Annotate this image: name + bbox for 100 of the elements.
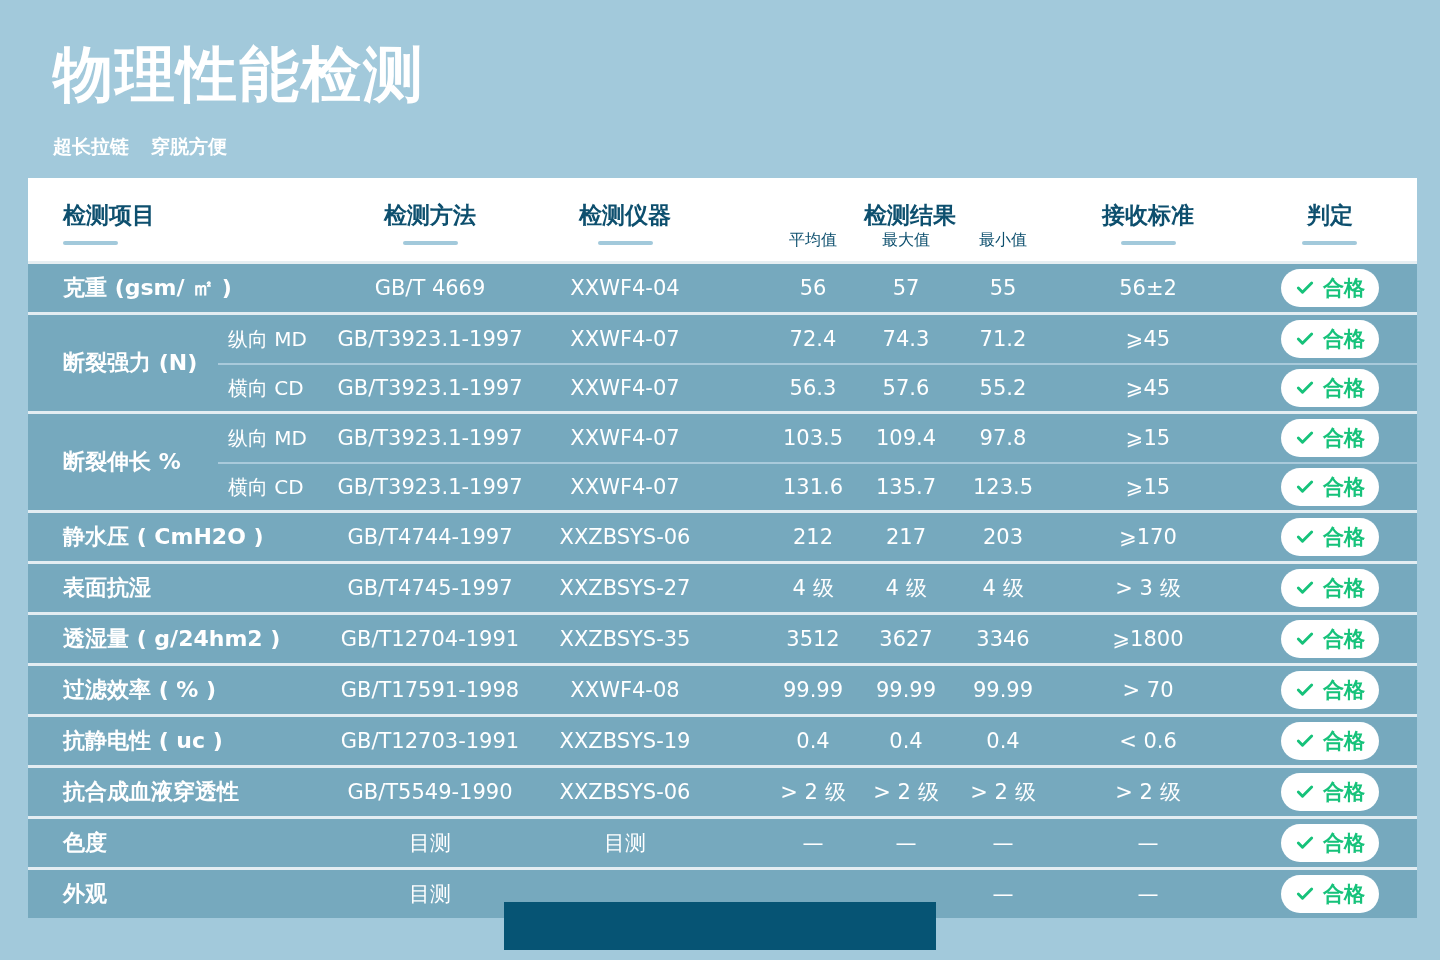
pass-badge: 合格 [1280,419,1379,457]
pass-badge: 合格 [1280,773,1379,811]
pass-badge: 合格 [1280,320,1379,358]
max-cell-text: 57 [891,275,921,302]
item-name: 抗静电性 ( uc ) [61,727,224,755]
min-cell-text: 0.4 [985,728,1021,755]
direction-label: 横向 CD [218,462,318,510]
max-cell-text: 3627 [878,626,934,653]
average-cell-text: 212 [791,524,835,551]
column-heading: 接收标准 [1102,201,1194,230]
standard-cell: ⩾15 [1054,462,1242,510]
standard-cell-text: > 3 级 [1114,575,1182,602]
method-cell-text: GB/T17591-1998 [339,677,521,704]
item-name: 抗合成血液穿透性 [61,778,240,806]
item-name: 克重 (gsm/ ㎡ ) [62,274,233,302]
max-cell: 57.6 [860,363,952,411]
pass-badge: 合格 [1280,468,1379,506]
average-cell-text: 103.5 [781,425,845,452]
max-cell: 135.7 [860,462,952,510]
sub-heading: 平均值 [788,230,838,251]
min-cell-text: 71.2 [978,326,1028,353]
min-cell-text: 55 [988,275,1018,302]
average-cell-text: 99.99 [781,677,845,704]
pass-badge: 合格 [1280,569,1379,607]
average-cell-text: 0.4 [795,728,831,755]
min-cell-text: 3346 [975,626,1031,653]
method-cell-text: GB/T3923.1-1997 [336,425,524,452]
max-cell-text: — [894,830,918,857]
subtitle: 穿脱方便 [151,134,227,159]
standard-cell-text: — [1136,830,1160,857]
method-cell: GB/T3923.1-1997 [318,363,542,411]
column-heading: 检测方法 [384,201,476,230]
min-cell: 123.5 [952,462,1054,510]
max-cell-text: 109.4 [874,425,938,452]
item-name: 断裂强力 (N) [62,349,199,377]
method-cell: GB/T3923.1-1997 [318,462,542,510]
min-cell: 55.2 [952,363,1054,411]
instrument-cell-text: XXWF4-08 [569,677,681,704]
instrument-cell-text: XXWF4-04 [569,275,681,302]
instrument-cell-text: XXZBSYS-19 [558,728,692,755]
min-cell-text: 4 级 [981,575,1025,602]
item-name: 色度 [62,829,108,857]
max-cell-text: > 2 级 [872,779,940,806]
min-cell-text: > 2 级 [969,779,1037,806]
pass-badge: 合格 [1280,824,1379,862]
min-cell-text: — [991,830,1015,857]
pass-badge: 合格 [1280,369,1379,407]
method-cell-text: GB/T12703-1991 [339,728,521,755]
pass-badge: 合格 [1280,671,1379,709]
instrument-cell-text: 目测 [603,830,647,857]
item-name: 表面抗湿 [62,574,152,602]
standard-cell-text: < 0.6 [1118,728,1178,755]
pass-badge: 合格 [1280,875,1379,913]
method-cell-text: GB/T 4669 [373,275,487,302]
page-title: 物理性能检测 [53,38,426,111]
method-cell-text: 目测 [408,881,452,908]
method-cell-text: GB/T4744-1997 [346,524,514,551]
subtitle: 超长拉链 [53,134,129,159]
standard-cell-text: > 70 [1121,677,1175,704]
item-name: 断裂伸长 % [62,448,182,476]
min-cell-text: 97.8 [978,425,1028,452]
instrument-cell: XXWF4-07 [542,363,708,411]
max-cell-text: 99.99 [874,677,938,704]
max-cell-text: 217 [884,524,928,551]
method-cell-text: 目测 [408,830,452,857]
instrument-cell-text: XXZBSYS-35 [558,626,692,653]
instrument-cell-text: XXWF4-07 [569,326,681,353]
standard-cell-text: 56±2 [1118,275,1178,302]
max-cell-text: 74.3 [881,326,931,353]
pass-badge: 合格 [1280,518,1379,556]
standard-cell-text: ⩾170 [1118,524,1178,551]
instrument-cell-text: XXZBSYS-06 [558,779,692,806]
max-cell-text: 4 级 [884,575,928,602]
average-cell: 56.3 [766,363,860,411]
item-name: 过滤效率 ( % ) [62,676,218,704]
column-heading: 检测项目 [63,201,155,230]
item-name: 静水压 ( CmH2O ) [61,523,265,551]
min-cell-text: 99.99 [971,677,1035,704]
column-heading: 检测结果 [864,201,956,230]
min-cell-text: 203 [981,524,1025,551]
min-cell-text: — [991,881,1015,908]
method-cell-text: GB/T4745-1997 [346,575,514,602]
pass-badge: 合格 [1280,722,1379,760]
column-heading: 检测仪器 [579,201,671,230]
direction-label: 纵向 MD [227,325,308,353]
direction-label: 纵向 MD [227,424,308,452]
standard-cell-text: ⩾15 [1124,425,1172,452]
instrument-cell-text: XXWF4-07 [569,425,681,452]
standard-cell-text: > 2 级 [1114,779,1182,806]
average-cell-text: 56 [798,275,828,302]
sub-heading: 最小值 [978,230,1028,251]
standard-cell-text: ⩾45 [1124,326,1172,353]
average-cell-text: 72.4 [788,326,838,353]
method-cell-text: GB/T5549-1990 [346,779,514,806]
item-name: 透湿量 ( g/24hm2 ) [62,625,282,653]
standard-cell-text: ⩾1800 [1111,626,1185,653]
pass-badge: 合格 [1280,269,1379,307]
method-cell-text: GB/T12704-1991 [339,626,521,653]
max-cell-text: 0.4 [888,728,924,755]
standard-cell-text: — [1136,881,1160,908]
